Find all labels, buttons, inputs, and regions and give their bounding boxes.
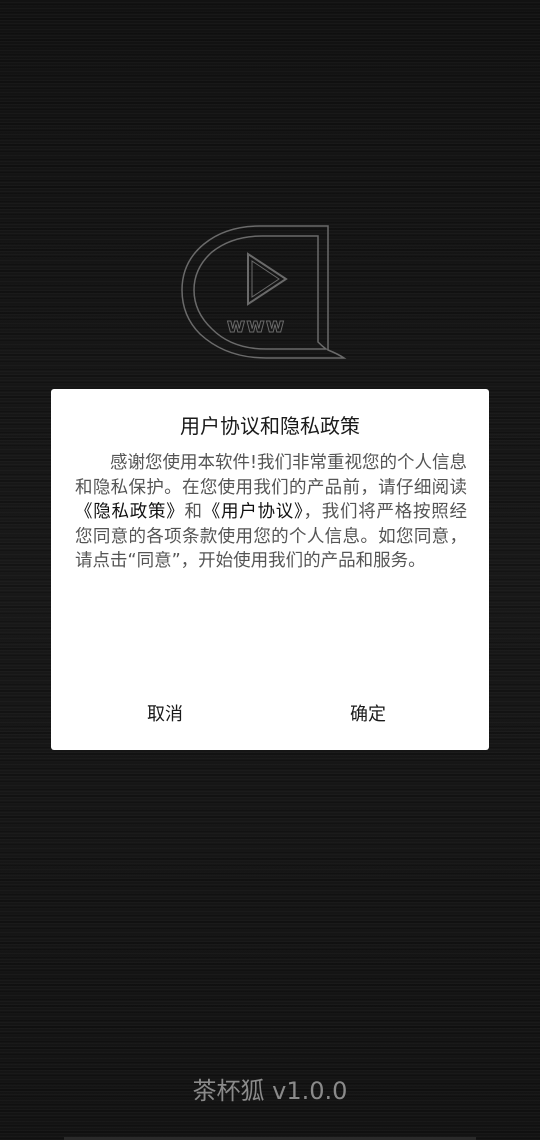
cancel-button[interactable]: 取消 — [141, 698, 189, 732]
confirm-button[interactable]: 确定 — [344, 698, 392, 732]
dialog-title: 用户协议和隐私政策 — [180, 414, 360, 438]
dialog-body-and: 和 — [184, 502, 203, 523]
user-agreement-link[interactable]: 《用户协议》 — [203, 502, 304, 522]
app-logo: www — [181, 225, 347, 359]
privacy-policy-link[interactable]: 《隐私政策》 — [75, 502, 185, 522]
dialog-body: 感谢您使用本软件!我们非常重视您的个人信息和隐私保护。在您使用我们的产品前，请仔… — [75, 451, 467, 574]
app-name-version: 茶杯狐 v1.0.0 — [192, 1077, 348, 1105]
privacy-dialog: 用户协议和隐私政策 感谢您使用本软件!我们非常重视您的个人信息和隐私保护。在您使… — [51, 389, 489, 750]
logo-outer-shape — [181, 225, 347, 359]
logo-www-text: www — [227, 313, 285, 337]
play-icon — [247, 252, 288, 306]
dialog-body-intro: 感谢您使用本软件!我们非常重视您的个人信息和隐私保护。在您使用我们的产品前，请仔… — [75, 453, 468, 498]
